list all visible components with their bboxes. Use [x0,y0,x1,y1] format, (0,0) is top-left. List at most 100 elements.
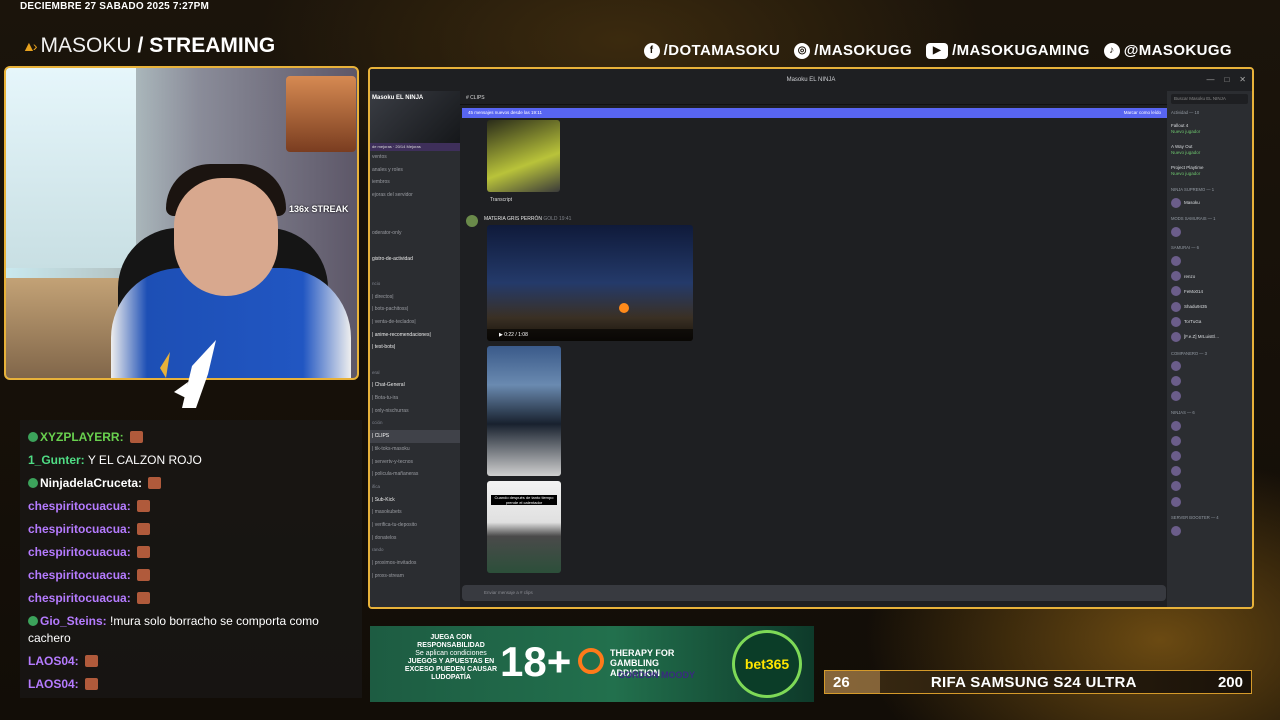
activity-item[interactable]: Fallout 4 Nuevo jugador [1171,118,1248,139]
channel-item[interactable]: | policula-mañaneras [370,468,460,481]
mark-read-button[interactable]: Marcar como leído [1124,108,1161,118]
maximize-icon[interactable]: □ [1224,69,1229,91]
chat-username[interactable]: Gio_Steins: [40,614,107,628]
instagram-icon: ◎ [794,42,811,59]
channel-category[interactable]: eral [370,367,460,380]
chat-username[interactable]: chespiritocuacua: [28,522,131,536]
emote-icon [137,523,151,535]
facebook-icon: f [643,42,660,59]
channel-item[interactable]: | Chat-General [370,379,460,392]
channel-item[interactable]: | proximos-invitados [370,557,460,570]
channel-item[interactable] [370,354,460,367]
member-item[interactable]: TorTuGa [1171,314,1248,329]
chat-username[interactable]: NinjadelaCruceta: [40,476,142,490]
activity-item[interactable]: Project Playtime Nuevo jugador [1171,160,1248,181]
member-item[interactable] [1171,374,1248,389]
channel-category[interactable]: rando [370,544,460,557]
avatar [1171,361,1181,372]
channel-item[interactable]: | test-bots| [370,341,460,354]
social-instagram: ◎/MASOKUGG [794,42,912,59]
channel-item[interactable]: anales y roles [370,164,460,177]
chat-username[interactable]: LAOS04: [28,677,79,691]
member-item[interactable] [1171,494,1248,509]
chat-username[interactable]: chespiritocuacua: [28,545,131,559]
member-item[interactable] [1171,253,1248,268]
video-player[interactable]: ▶ 0:22 / 1:08 [487,225,693,341]
minimize-icon[interactable]: — [1206,69,1214,91]
member-item[interactable]: Masoku [1171,195,1248,210]
channel-item[interactable]: | directos| [370,291,460,304]
channel-item[interactable]: ventos [370,151,460,164]
chat-username[interactable]: LAOS04: [28,654,79,668]
channel-item[interactable]: | servertv-y-tecnos [370,456,460,469]
channel-item[interactable]: | bots-pachitoss| [370,303,460,316]
activity-item[interactable]: A Way Out Nuevo jugador [1171,139,1248,160]
channel-item[interactable] [370,214,460,227]
member-group-header: COMPANERO — 3 [1171,350,1207,356]
channel-item[interactable]: ejoras del servidor [370,189,460,202]
channel-category[interactable]: ifica [370,481,460,494]
channel-category[interactable]: cción [370,417,460,430]
new-messages-bar[interactable]: 45 mensajes nuevos desde las 19:11 Marca… [462,108,1167,118]
ad-text: JUEGA CON RESPONSABILIDAD Se aplican con… [404,634,498,681]
channel-item[interactable]: | Bota-tu-ira [370,392,460,405]
channel-item[interactable]: | donatelos [370,532,460,545]
transcript-button[interactable]: Transcript [490,197,512,203]
member-item[interactable] [1171,433,1248,448]
member-item[interactable] [1171,479,1248,494]
channel-item[interactable]: gistro-de-actividad [370,253,460,266]
server-banner[interactable]: Masoku EL NINJA [370,91,460,143]
message-input[interactable]: Enviar mensaje a # clips [462,585,1166,601]
chat-username[interactable]: XYZPLAYERR: [40,430,124,444]
member-item[interactable]: renzo [1171,269,1248,284]
channel-item[interactable]: | only-nischurras [370,405,460,418]
chat-badge-icon [28,432,38,442]
avatar[interactable] [466,215,478,227]
campfire [619,303,629,313]
member-item[interactable] [1171,389,1248,404]
channel-item[interactable]: iembros [370,176,460,189]
member-item[interactable] [1171,464,1248,479]
channel-item[interactable]: | proxs-stream [370,570,460,583]
avatar [1171,316,1181,327]
chat-message: chespiritocuacua: [28,518,354,541]
member-item[interactable]: [F.e.Z] MrLuisEl... [1171,329,1248,344]
member-item[interactable] [1171,359,1248,374]
chat-message: chespiritocuacua: [28,587,354,610]
gambling-ad[interactable]: JUEGA CON RESPONSABILIDAD Se aplican con… [370,626,814,702]
chat-badge-icon [28,478,38,488]
member-item[interactable] [1171,448,1248,463]
member-item[interactable] [1171,224,1248,239]
member-item[interactable]: FeMo014 [1171,284,1248,299]
emote-icon [137,500,151,512]
channel-item[interactable] [370,240,460,253]
channel-item[interactable]: | venta-de-teclados| [370,316,460,329]
video-attachment[interactable]: Cuando después de tanto tiempo prende el… [487,481,561,573]
channel-item[interactable]: | anime-recomendaciones| [370,329,460,342]
close-icon[interactable]: ✕ [1239,69,1246,91]
member-item[interactable] [1171,523,1248,538]
social-tiktok: ♪ @MASOKUGG [1103,42,1232,59]
search-input[interactable]: Buscar Masoku EL NINJA [1171,94,1248,104]
channel-item[interactable]: | verifica-tu-deposito [370,519,460,532]
chat-username[interactable]: chespiritocuacua: [28,591,131,605]
video-attachment[interactable] [487,346,561,476]
channel-item[interactable]: | Sub-Kick [370,494,460,507]
channel-category[interactable]: ncio [370,278,460,291]
channel-item[interactable] [370,202,460,215]
channel-item[interactable]: | masokubets [370,506,460,519]
chat-username[interactable]: 1_Gunter: [28,453,85,467]
chat-badge-icon [28,616,38,626]
member-item[interactable]: Shadu9435 [1171,299,1248,314]
video-attachment[interactable] [487,120,560,192]
channel-item[interactable]: oderator-only [370,227,460,240]
channel-item[interactable] [370,265,460,278]
chat-username[interactable]: chespiritocuacua: [28,499,131,513]
chat-username[interactable]: chespiritocuacua: [28,568,131,582]
channel-item[interactable]: | tik-toks-masoku [370,443,460,456]
member-item[interactable] [1171,418,1248,433]
channel-item[interactable]: | CLIPS [370,430,460,443]
boost-progress[interactable]: de mejoras · 20/14 Mejoras [370,143,460,151]
member-group-header: SERVER BOOSTER — 4 [1171,515,1219,521]
member-group-header: NINJAS — 6 [1171,410,1195,416]
